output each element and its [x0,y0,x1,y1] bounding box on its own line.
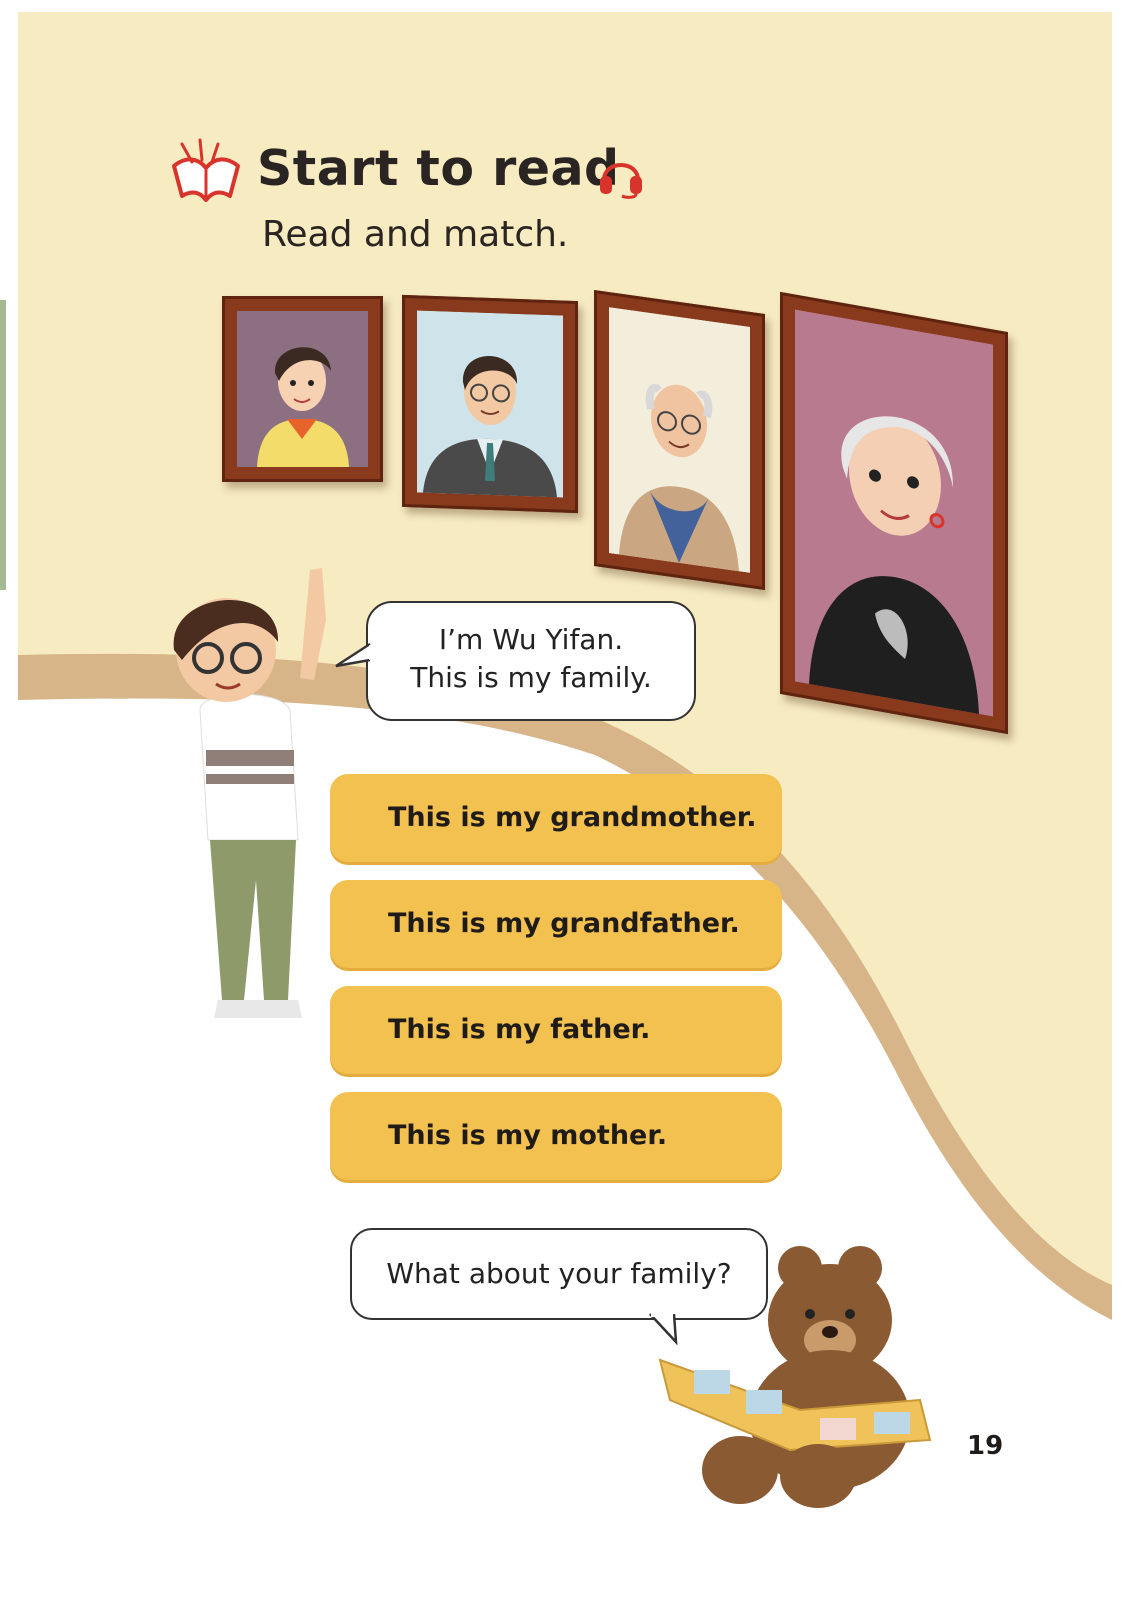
portrait-frame-mother[interactable] [222,296,383,482]
grandfather-portrait [609,307,750,573]
sentence-mother[interactable]: This is my mother. [330,1092,782,1180]
section-title: Start to read [257,140,620,197]
sentence-father[interactable]: This is my father. [330,986,782,1074]
father-portrait [417,310,563,498]
grandmother-portrait [795,309,993,717]
sentence-grandfather[interactable]: This is my grandfather. [330,880,782,968]
open-book-icon [172,138,240,202]
headphones-icon[interactable] [596,148,646,200]
bear-illustration [658,1246,932,1508]
boy-bubble-line2: This is my family. [410,661,652,694]
instruction-text: Read and match. [262,214,569,255]
boy-bubble-line1: I’m Wu Yifan. [438,623,624,656]
portrait-frame-grandfather[interactable] [594,289,765,591]
sentence-grandmother[interactable]: This is my grandmother. [330,774,782,862]
textbook-page: Start to read Read and match. I’m Wu Yif… [0,0,1145,1601]
portrait-frame-father[interactable] [402,294,578,514]
page-number: 19 [967,1431,1004,1461]
portrait-frame-grandmother[interactable] [780,291,1008,735]
boy-speech-bubble: I’m Wu Yifan. This is my family. [366,601,696,721]
boy-bubble-tail [335,642,374,668]
mother-portrait [237,311,368,467]
boy-illustration [173,568,326,1018]
